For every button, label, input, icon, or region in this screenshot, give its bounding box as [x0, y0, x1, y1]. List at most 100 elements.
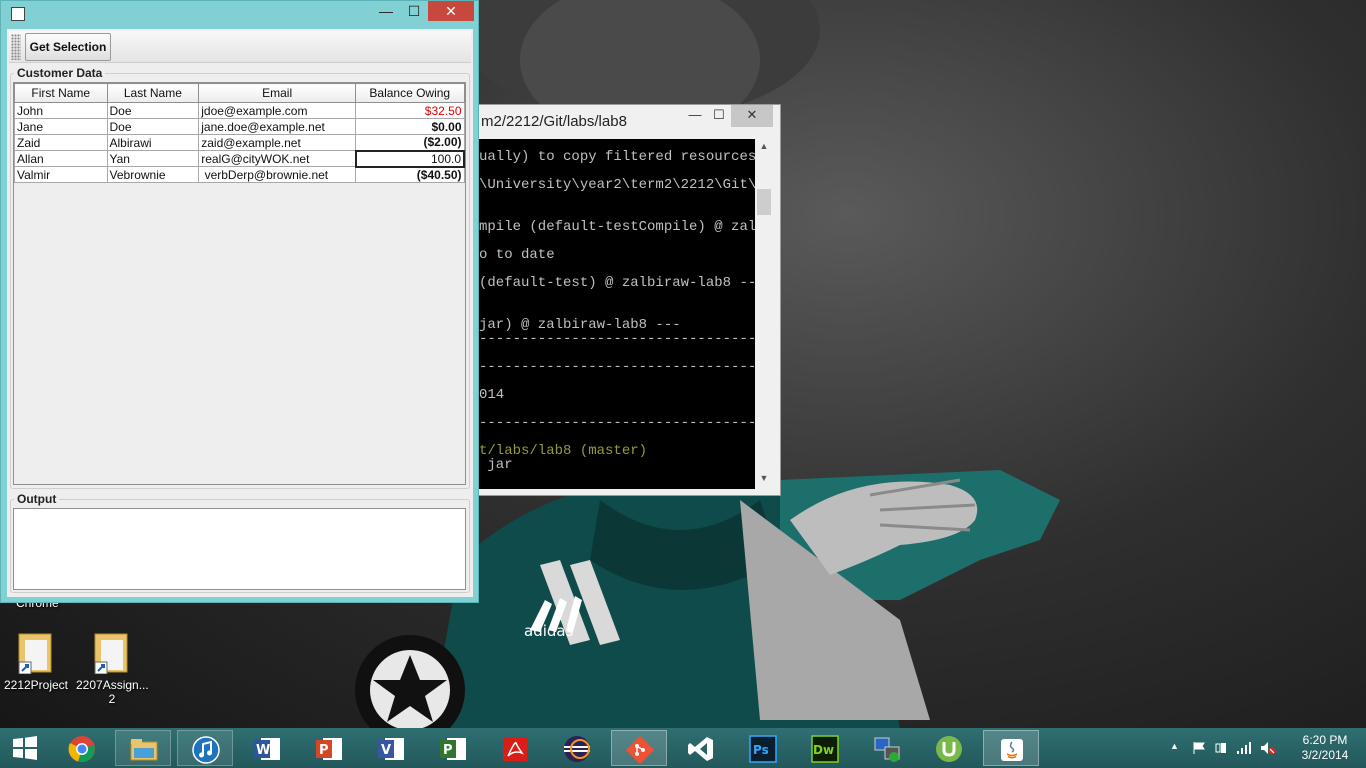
taskbar-file-explorer[interactable]	[115, 730, 171, 766]
column-header-first-name[interactable]: First Name	[14, 83, 108, 103]
java-window-title-bar[interactable]: — ☐ ✕	[1, 1, 478, 25]
maximize-icon[interactable]: ☐	[402, 3, 426, 23]
taskbar-visio[interactable]: V	[363, 730, 419, 766]
cell-email[interactable]: realG@cityWOK.net	[198, 150, 356, 167]
clock-date: 3/2/2014	[1301, 748, 1349, 762]
cell-first-name[interactable]: Zaid	[14, 134, 108, 151]
taskbar-chrome[interactable]	[54, 730, 110, 766]
folder-shortcut-icon	[17, 630, 55, 675]
cell-email[interactable]: zaid@example.net	[198, 134, 356, 151]
power-icon[interactable]	[1214, 741, 1228, 755]
visio-icon: V	[378, 738, 404, 760]
cell-last-name[interactable]: Albirawi	[106, 134, 200, 151]
wifi-signal-icon[interactable]	[1236, 741, 1252, 755]
taskbar-photoshop[interactable]: Ps	[735, 730, 791, 766]
table-header-row: First Name Last Name Email Balance Owing	[14, 83, 465, 103]
itunes-icon	[192, 736, 220, 764]
cell-last-name[interactable]: Vebrownie	[106, 166, 200, 183]
toolbar-grip[interactable]	[11, 34, 21, 60]
desktop-icon-2212project[interactable]: 2212Project	[0, 630, 72, 692]
console-scrollbar[interactable]: ▲ ▼	[755, 139, 773, 489]
cell-balance-owing[interactable]: ($2.00)	[355, 134, 465, 151]
customer-data-title: Customer Data	[14, 66, 106, 80]
column-header-balance-owing[interactable]: Balance Owing	[355, 83, 465, 103]
cell-balance-owing[interactable]: ($40.50)	[355, 166, 465, 183]
svg-text:adidas: adidas	[524, 622, 574, 640]
cell-email[interactable]: verbDerp@brownie.net	[198, 166, 356, 183]
desktop-icon-2207assign[interactable]: 2207Assign... 2	[76, 630, 149, 706]
minimize-icon[interactable]: —	[683, 105, 707, 127]
taskbar-utorrent[interactable]	[921, 730, 977, 766]
console-title-bar[interactable]: m2/2212/Git/labs/lab8 — ☐ ✕	[479, 105, 780, 139]
taskbar-project[interactable]: P	[425, 730, 481, 766]
scrollbar-thumb[interactable]	[757, 189, 771, 215]
console-line: mpile (default-testCompile) @ zalbi	[479, 219, 755, 235]
output-text-area[interactable]	[13, 508, 466, 590]
svg-text:V: V	[381, 743, 391, 758]
taskbar-clock[interactable]: 6:20 PM 3/2/2014	[1290, 733, 1360, 763]
cell-email[interactable]: jdoe@example.com	[198, 102, 356, 119]
git-bash-window[interactable]: m2/2212/Git/labs/lab8 — ☐ ✕ ually) to co…	[478, 104, 781, 496]
console-output[interactable]: ually) to copy filtered resources, \Univ…	[479, 139, 755, 489]
taskbar-visual-studio[interactable]	[673, 730, 729, 766]
word-icon: W	[254, 738, 280, 760]
taskbar-powerpoint[interactable]: P	[301, 730, 357, 766]
system-tray: ▲	[1166, 728, 1286, 768]
action-center-flag-icon[interactable]	[1192, 741, 1206, 755]
taskbar-itunes[interactable]	[177, 730, 233, 766]
cell-first-name[interactable]: Valmir	[14, 166, 108, 183]
desktop-icon-label: 2212Project	[3, 678, 69, 692]
customer-data-window[interactable]: — ☐ ✕ Get Selection Customer Data First …	[0, 0, 479, 603]
customer-table[interactable]: First Name Last Name Email Balance Owing…	[13, 82, 466, 485]
volume-muted-icon[interactable]	[1260, 741, 1276, 755]
console-line: ually) to copy filtered resources,	[479, 149, 755, 165]
taskbar-acrobat[interactable]	[487, 730, 543, 766]
cell-first-name[interactable]: Jane	[14, 118, 108, 135]
get-selection-button[interactable]: Get Selection	[25, 33, 111, 61]
clock-time: 6:20 PM	[1302, 733, 1348, 747]
maximize-icon[interactable]: ☐	[707, 105, 731, 127]
taskbar-git[interactable]	[611, 730, 667, 766]
cell-first-name[interactable]: John	[14, 102, 108, 119]
table-row[interactable]: Valmir Vebrownie verbDerp@brownie.net ($…	[14, 166, 465, 183]
show-hidden-icons-icon[interactable]: ▲	[1170, 741, 1179, 751]
cell-last-name[interactable]: Doe	[106, 118, 200, 135]
folder-shortcut-icon	[93, 630, 131, 675]
svg-text:P: P	[319, 743, 329, 758]
close-icon[interactable]: ✕	[428, 1, 474, 21]
taskbar-dreamweaver[interactable]: Dw	[797, 730, 853, 766]
cell-last-name[interactable]: Yan	[106, 150, 200, 167]
svg-text:Dw: Dw	[813, 743, 834, 757]
table-row[interactable]: Jane Doe jane.doe@example.net $0.00	[14, 118, 465, 135]
minimize-icon[interactable]: —	[374, 3, 398, 23]
table-row[interactable]: Zaid Albirawi zaid@example.net ($2.00)	[14, 134, 465, 151]
scroll-up-icon[interactable]: ▲	[755, 141, 773, 151]
close-icon[interactable]: ✕	[731, 105, 773, 127]
cell-balance-owing-editor[interactable]: 100.0	[354, 149, 465, 168]
console-line: 014	[479, 387, 505, 403]
column-header-last-name[interactable]: Last Name	[106, 83, 200, 103]
cell-email[interactable]: jane.doe@example.net	[198, 118, 356, 135]
start-button[interactable]	[0, 730, 50, 766]
taskbar-word[interactable]: W	[239, 730, 295, 766]
cell-last-name[interactable]: Doe	[106, 102, 200, 119]
table-row[interactable]: John Doe jdoe@example.com $32.50	[14, 102, 465, 119]
network-share-icon	[874, 737, 900, 762]
scroll-down-icon[interactable]: ▼	[755, 473, 773, 483]
cell-balance-owing[interactable]: $32.50	[355, 102, 465, 119]
acrobat-icon	[503, 737, 527, 761]
cell-balance-owing[interactable]: $0.00	[355, 118, 465, 135]
project-icon: P	[440, 738, 466, 760]
java-icon	[1001, 739, 1023, 761]
visual-studio-icon	[688, 737, 713, 761]
taskbar-network-share[interactable]	[859, 730, 915, 766]
column-header-email[interactable]: Email	[198, 83, 356, 103]
table-row[interactable]: Allan Yan realG@cityWOK.net 100.0	[14, 149, 465, 168]
console-line: o to date	[479, 247, 555, 263]
cell-first-name[interactable]: Allan	[14, 150, 108, 167]
console-line: jar	[479, 457, 513, 473]
taskbar-eclipse[interactable]	[549, 730, 605, 766]
powerpoint-icon: P	[316, 738, 342, 760]
taskbar-java[interactable]	[983, 730, 1039, 766]
eclipse-icon	[564, 736, 590, 762]
